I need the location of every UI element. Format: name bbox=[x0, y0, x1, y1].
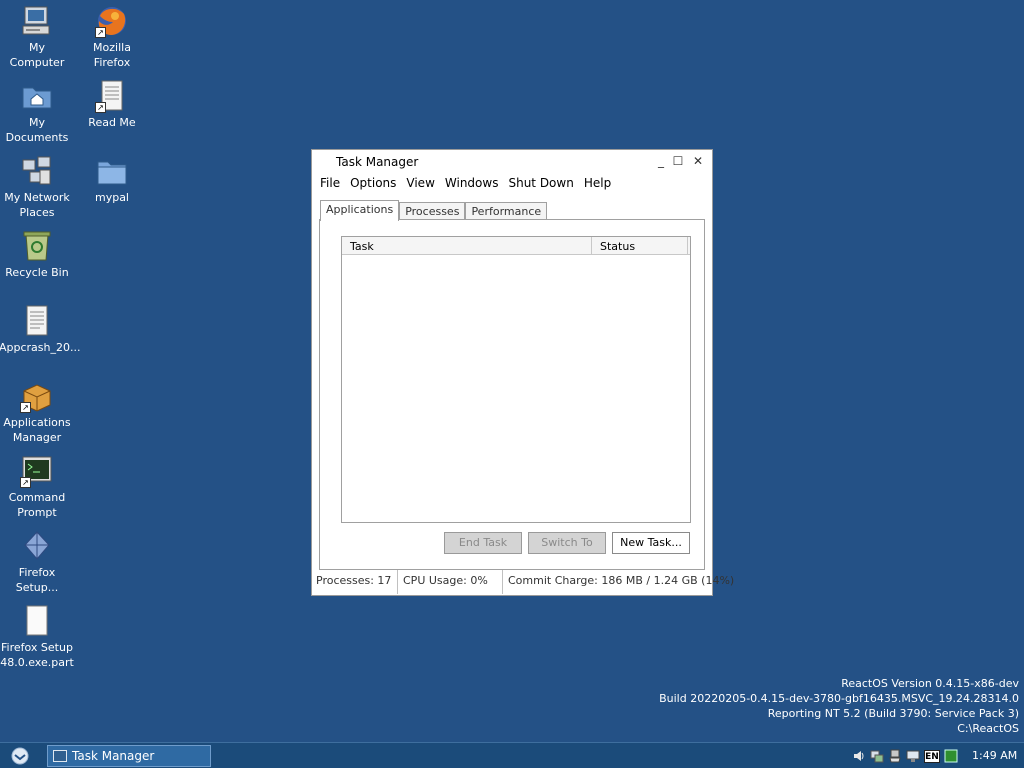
taskbar: Task Manager EN 1:49 AM bbox=[0, 742, 1024, 768]
desktop-icon-my-network-places[interactable]: My Network Places bbox=[0, 154, 75, 220]
start-button[interactable] bbox=[9, 747, 31, 765]
desktop-icon-mypal[interactable]: mypal bbox=[74, 154, 150, 205]
status-processes: Processes: 17 bbox=[312, 570, 398, 594]
network-icon bbox=[20, 154, 54, 188]
text-file-icon bbox=[20, 304, 54, 338]
desktop-icon-label: Firefox Setup... bbox=[15, 566, 59, 594]
menu-bar: File Options View Windows Shut Down Help bbox=[312, 174, 712, 194]
desktop-icon-label: mypal bbox=[94, 191, 129, 204]
taskbar-button-label: Task Manager bbox=[72, 749, 155, 763]
menu-windows[interactable]: Windows bbox=[441, 174, 505, 194]
start-icon bbox=[11, 747, 29, 765]
build-line: Build 20220205-0.4.15-dev-3780-gbf16435.… bbox=[659, 692, 1019, 705]
taskbar-button-task-manager[interactable]: Task Manager bbox=[47, 745, 211, 767]
window-titlebar[interactable]: Task Manager _ ☐ ✕ bbox=[312, 150, 712, 174]
maximize-button[interactable]: ☐ bbox=[669, 152, 687, 170]
minimize-button[interactable]: _ bbox=[652, 152, 670, 170]
desktop-icon-label: My Network Places bbox=[4, 191, 70, 219]
desktop-icon-label: Appcrash_20... bbox=[0, 341, 81, 354]
task-manager-icon bbox=[53, 750, 67, 762]
computer-icon bbox=[20, 4, 54, 38]
desktop-icon-label: Recycle Bin bbox=[5, 266, 69, 279]
network-tray-icon[interactable] bbox=[870, 749, 884, 763]
menu-help[interactable]: Help bbox=[580, 174, 617, 194]
desktop-icon-label: Mozilla Firefox bbox=[93, 41, 131, 69]
desktop-icon-applications-manager[interactable]: ↗ Applications Manager bbox=[0, 379, 75, 445]
terminal-icon: ↗ bbox=[20, 454, 54, 488]
menu-options[interactable]: Options bbox=[346, 174, 402, 194]
shortcut-arrow-icon: ↗ bbox=[20, 402, 31, 413]
desktop-icon-read-me[interactable]: ↗ Read Me bbox=[74, 79, 150, 130]
desktop-icon-mozilla-firefox[interactable]: ↗ Mozilla Firefox bbox=[74, 4, 150, 70]
os-version-info: ReactOS Version 0.4.15-x86-dev Build 202… bbox=[659, 676, 1019, 736]
status-commit-charge: Commit Charge: 186 MB / 1.24 GB (14%) bbox=[508, 574, 735, 587]
version-line: ReactOS Version 0.4.15-x86-dev bbox=[841, 677, 1019, 690]
task-manager-window: Task Manager _ ☐ ✕ File Options View Win… bbox=[311, 149, 735, 596]
menu-shut-down[interactable]: Shut Down bbox=[504, 174, 579, 194]
desktop-icon-recycle-bin[interactable]: Recycle Bin bbox=[0, 229, 75, 280]
clock[interactable]: 1:49 AM bbox=[972, 749, 1017, 762]
volume-icon[interactable] bbox=[852, 749, 866, 763]
installer-icon bbox=[20, 529, 54, 563]
task-list-header: Task Status bbox=[342, 237, 690, 255]
status-bar: Processes: 17 CPU Usage: 0% Commit Charg… bbox=[312, 570, 735, 594]
shortcut-arrow-icon: ↗ bbox=[95, 27, 106, 38]
menu-view[interactable]: View bbox=[402, 174, 440, 194]
package-icon: ↗ bbox=[20, 379, 54, 413]
desktop-icon-appcrash[interactable]: Appcrash_20... bbox=[0, 304, 81, 355]
display-icon[interactable] bbox=[906, 749, 920, 763]
system-tray: EN bbox=[852, 745, 962, 767]
tab-strip: Applications Processes Performance bbox=[320, 200, 548, 221]
app-tray-icon[interactable] bbox=[944, 749, 958, 763]
status-cpu-usage: CPU Usage: 0% bbox=[398, 570, 503, 594]
column-header-status[interactable]: Status bbox=[592, 237, 688, 254]
blank-file-icon bbox=[20, 604, 54, 638]
desktop-icon-label: Command Prompt bbox=[8, 491, 66, 519]
shortcut-arrow-icon: ↗ bbox=[20, 477, 31, 488]
language-indicator[interactable]: EN bbox=[924, 749, 940, 763]
firefox-icon: ↗ bbox=[95, 4, 129, 38]
new-task-button[interactable]: New Task... bbox=[612, 532, 690, 554]
documents-folder-icon bbox=[20, 79, 54, 113]
desktop-icon-firefox-setup[interactable]: Firefox Setup... bbox=[0, 529, 75, 595]
desktop-icon-label: Applications Manager bbox=[3, 416, 71, 444]
desktop-icon-my-documents[interactable]: My Documents bbox=[0, 79, 75, 145]
document-icon: ↗ bbox=[95, 79, 129, 113]
end-task-button[interactable]: End Task bbox=[444, 532, 522, 554]
safely-remove-hardware-icon[interactable] bbox=[888, 749, 902, 763]
switch-to-button[interactable]: Switch To bbox=[528, 532, 606, 554]
desktop-icon-label: Firefox Setup 48.0.exe.part bbox=[0, 641, 74, 669]
folder-icon bbox=[95, 154, 129, 188]
task-list[interactable]: Task Status bbox=[341, 236, 691, 523]
desktop-icon-command-prompt[interactable]: ↗ Command Prompt bbox=[0, 454, 75, 520]
desktop-icon-firefox-setup-part[interactable]: Firefox Setup 48.0.exe.part bbox=[0, 604, 75, 670]
window-title: Task Manager bbox=[336, 155, 419, 169]
desktop-icon-label: My Documents bbox=[5, 116, 69, 144]
system-path-line: C:\ReactOS bbox=[957, 722, 1019, 735]
shortcut-arrow-icon: ↗ bbox=[95, 102, 106, 113]
column-header-task[interactable]: Task bbox=[342, 237, 592, 254]
desktop-icon-label: My Computer bbox=[9, 41, 65, 69]
menu-file[interactable]: File bbox=[316, 174, 346, 194]
desktop-icon-label: Read Me bbox=[88, 116, 136, 129]
reporting-line: Reporting NT 5.2 (Build 3790: Service Pa… bbox=[767, 707, 1019, 720]
close-button[interactable]: ✕ bbox=[689, 152, 707, 170]
desktop-icon-my-computer[interactable]: My Computer bbox=[0, 4, 75, 70]
recycle-bin-icon bbox=[20, 229, 54, 263]
tab-applications[interactable]: Applications bbox=[320, 200, 400, 221]
applications-panel: Task Status End Task Switch To New Task.… bbox=[319, 219, 705, 570]
